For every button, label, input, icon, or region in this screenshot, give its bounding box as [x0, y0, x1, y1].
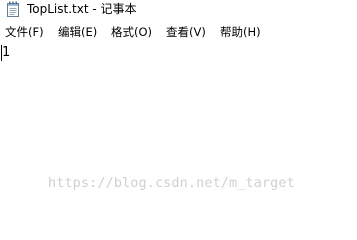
title-bar[interactable]: TopList.txt - 记事本: [0, 0, 357, 20]
watermark-text: https://blog.csdn.net/m_target: [48, 175, 295, 191]
menu-edit[interactable]: 编辑(E): [58, 25, 97, 39]
notepad-icon: [7, 1, 19, 17]
menu-bar: 文件(F) 编辑(E) 格式(O) 查看(V) 帮助(H): [0, 22, 357, 42]
notepad-window: TopList.txt - 记事本 文件(F) 编辑(E) 格式(O) 查看(V…: [0, 0, 357, 203]
editor-content[interactable]: 1: [2, 45, 10, 60]
menu-view[interactable]: 查看(V): [166, 25, 206, 39]
menu-format[interactable]: 格式(O): [111, 25, 152, 39]
menu-file[interactable]: 文件(F): [5, 25, 44, 39]
window-title: TopList.txt - 记事本: [27, 2, 137, 16]
menu-help[interactable]: 帮助(H): [220, 25, 261, 39]
